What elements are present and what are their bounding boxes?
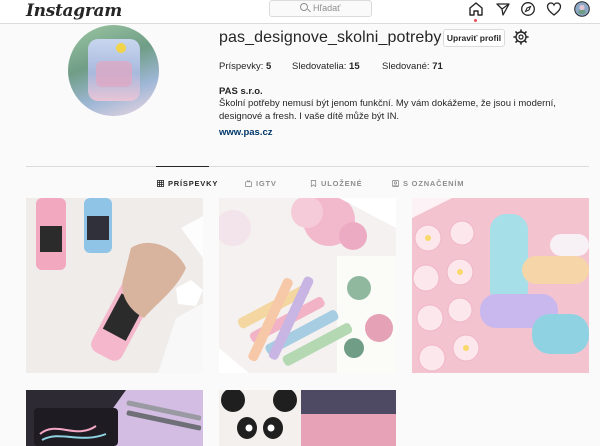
top-navigation-bar: Instagram Hľadať (0, 0, 600, 24)
profile-avatar-icon[interactable] (574, 1, 590, 17)
edit-profile-button[interactable]: Upraviť profil (443, 29, 505, 47)
tab-saved[interactable]: ULOŽENÉ (310, 179, 362, 188)
profile-full-name: PAS s.r.o. (219, 86, 263, 97)
post-thumbnail[interactable] (219, 198, 396, 373)
profile-avatar[interactable] (68, 25, 159, 116)
post-image-glue-sticks (26, 198, 203, 373)
instagram-logo[interactable]: Instagram (26, 1, 122, 21)
profile-website-link[interactable]: www.pas.cz (219, 127, 273, 138)
profile-bio: Školní potřeby nemusí být jenom funkční.… (219, 98, 556, 122)
following-value: 71 (432, 61, 443, 72)
post-image-markers-notebook (219, 198, 396, 373)
search-input[interactable]: Hľadať (269, 0, 372, 17)
followers-count[interactable]: Sledovatelia: 15 (292, 61, 360, 72)
home-icon[interactable] (468, 1, 484, 22)
nav-icons (468, 1, 592, 22)
followers-label: Sledovatelia: (292, 61, 347, 72)
igtv-icon (245, 180, 252, 187)
avatar-image-backpack (88, 39, 140, 101)
bookmark-icon (310, 180, 317, 187)
following-count[interactable]: Sledované: 71 (382, 61, 443, 72)
active-tab-indicator (156, 166, 209, 167)
tabs-divider (26, 166, 589, 167)
tab-tagged[interactable]: S OZNAČENÍM (392, 179, 464, 188)
activity-icon[interactable] (546, 1, 562, 17)
search-icon (300, 3, 308, 11)
post-thumbnail[interactable] (219, 390, 396, 446)
tab-igtv-label: IGTV (256, 179, 277, 188)
tab-igtv[interactable]: IGTV (245, 179, 277, 188)
post-image-panda-case (219, 390, 396, 446)
post-thumbnail[interactable] (26, 198, 203, 373)
search-placeholder: Hľadať (313, 3, 341, 13)
post-image-notebook-pens (26, 390, 203, 446)
settings-gear-icon[interactable] (513, 29, 529, 45)
tab-posts-label: PRÍSPEVKY (168, 179, 219, 188)
explore-icon[interactable] (520, 1, 536, 17)
tab-posts[interactable]: PRÍSPEVKY (157, 179, 218, 188)
profile-username: pas_designove_skolni_potreby (219, 29, 442, 46)
tagged-icon (392, 180, 399, 187)
posts-label: Príspevky: (219, 61, 264, 72)
post-thumbnail[interactable] (26, 390, 203, 446)
grid-icon (157, 180, 164, 187)
post-thumbnail[interactable] (412, 198, 589, 373)
post-image-pencil-cases-donuts (412, 198, 589, 373)
following-label: Sledované: (382, 61, 430, 72)
posts-count: Príspevky: 5 (219, 61, 271, 72)
followers-value: 15 (349, 61, 360, 72)
notification-dot (474, 19, 477, 22)
direct-icon[interactable] (495, 1, 511, 17)
posts-value: 5 (266, 61, 272, 72)
tab-tagged-label: S OZNAČENÍM (403, 179, 465, 188)
tab-saved-label: ULOŽENÉ (321, 179, 363, 188)
